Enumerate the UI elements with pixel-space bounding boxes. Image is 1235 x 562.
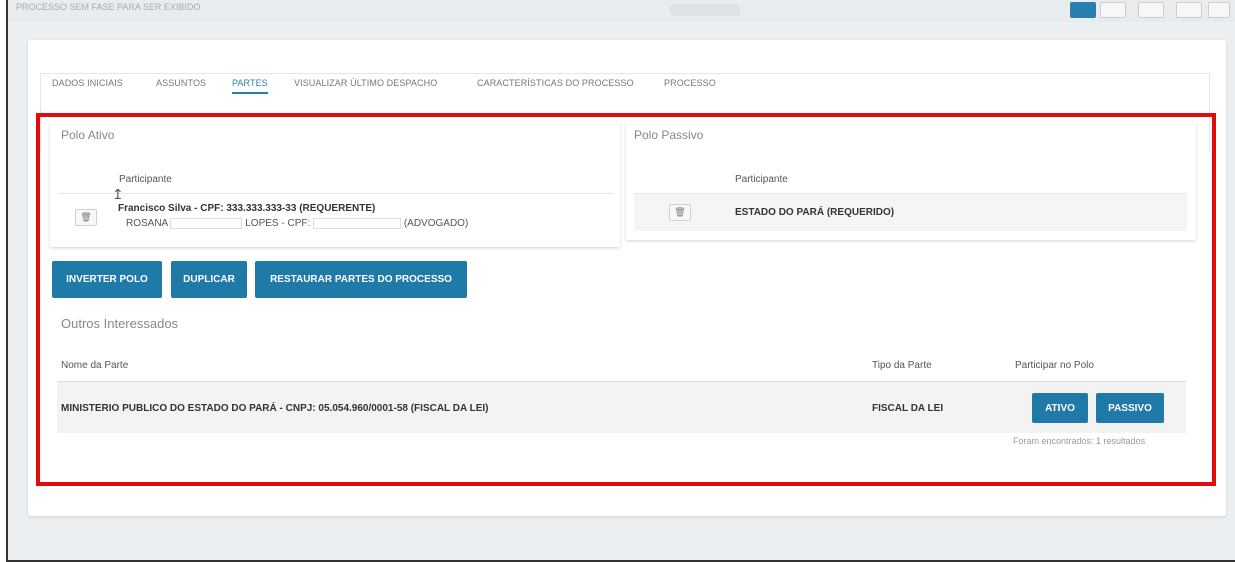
top-breadcrumb: PROCESSO SEM FASE PARA SER EXIBIDO [16, 2, 201, 12]
tab-processo[interactable]: PROCESSO [664, 78, 716, 88]
tab-caracteristicas-processo[interactable]: CARACTERÍSTICAS DO PROCESSO [477, 78, 634, 88]
top-status-pill [670, 4, 740, 16]
top-primary-button[interactable] [1070, 2, 1096, 18]
top-toolbar-button[interactable] [1176, 2, 1202, 18]
top-toolbar-button[interactable] [1100, 2, 1126, 18]
tab-assuntos[interactable]: ASSUNTOS [156, 78, 206, 88]
card-bottom-edge [28, 517, 1226, 518]
tab-dados-iniciais[interactable]: DADOS INICIAIS [52, 78, 123, 88]
tab-visualizar-ultimo-despacho[interactable]: VISUALIZAR ÚLTIMO DESPACHO [294, 78, 437, 88]
top-bar: PROCESSO SEM FASE PARA SER EXIBIDO [8, 0, 1235, 22]
top-toolbar-button[interactable] [1138, 2, 1164, 18]
top-toolbar-button[interactable] [1208, 2, 1230, 18]
highlight-box [36, 113, 1216, 486]
tab-partes[interactable]: PARTES [232, 78, 268, 94]
